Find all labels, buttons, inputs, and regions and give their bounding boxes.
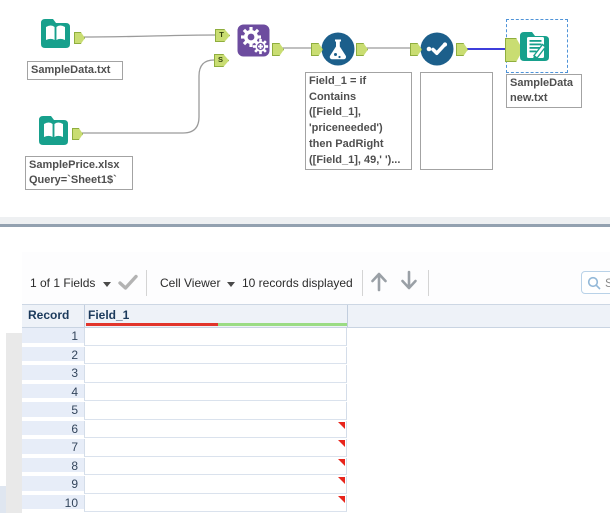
field-value-cell[interactable]: Sam priceneeded 5210.0000 0.4756: [84, 365, 347, 383]
table-row: 2 Tom priceneeded 1000.0000 0.4756: [22, 346, 348, 366]
results-toolbar: 1 of 1 Fields Cell Viewer 10 records dis…: [0, 252, 610, 305]
results-table-body: 1 050820 2 Tom priceneeded 1000.0000 0.4…: [22, 328, 610, 513]
table-row: 1 050820: [22, 328, 348, 347]
workflow-canvas[interactable]: SampleData.txt SamplePrice.xlsx Query=`S…: [0, 0, 610, 217]
record-number-cell[interactable]: 10: [22, 494, 84, 511]
search-input[interactable]: S: [581, 271, 610, 294]
append-fields-tool-icon[interactable]: [237, 24, 270, 57]
table-row: 8 Rebecca pricenotneeded0065.0000: [22, 457, 348, 477]
search-placeholder: S: [605, 275, 610, 290]
output-data-tool-icon[interactable]: [517, 28, 552, 66]
apply-checkmark-icon[interactable]: [117, 272, 139, 292]
output-label: SampleData new.txt: [506, 74, 582, 108]
record-number-cell[interactable]: 1: [22, 328, 84, 345]
select-tool-icon[interactable]: [420, 32, 454, 66]
table-row: 10 Daniel pricenotneeded1523.0000: [22, 494, 348, 513]
results-table-header: Record Field_1: [22, 304, 610, 328]
search-icon: [587, 276, 601, 290]
table-row: 9 Dave pricenotneeded0985.0000: [22, 476, 348, 495]
table-row: 4 James priceneeded 5421.0000 0.4756: [22, 383, 348, 403]
results-title-bar: Results - Output Data (6) - Input: [0, 227, 610, 470]
field-value-cell[interactable]: Julie priceneeded 0010.0000 0.4756: [84, 402, 347, 420]
toolbar-separator: [146, 270, 147, 296]
rail-corner: [0, 486, 6, 513]
cell-flag-triangle: [338, 440, 345, 447]
formula-annotation: Field_1 = if Contains ([Field_1], 'price…: [305, 72, 412, 170]
fields-selector[interactable]: 1 of 1 Fields: [30, 276, 95, 290]
column-header-record[interactable]: Record: [28, 305, 69, 327]
append-anchor-s-label: S: [217, 55, 223, 64]
table-row: 6 Rocky pricenotneeded4200.0000: [22, 420, 348, 440]
record-number-cell[interactable]: 8: [22, 457, 84, 474]
alteryx-designer-window: SampleData.txt SamplePrice.xlsx Query=`S…: [0, 0, 610, 513]
record-number-cell[interactable]: 5: [22, 402, 84, 419]
append-anchor-t-label: T: [219, 30, 224, 39]
record-number-cell[interactable]: 9: [22, 476, 84, 493]
data-quality-bar-red: [86, 323, 218, 326]
table-row: 5 Julie priceneeded 0010.0000 0.4756: [22, 402, 348, 421]
toolbar-separator: [362, 270, 363, 296]
arrow-down-icon[interactable]: [398, 269, 420, 293]
cell-flag-triangle: [338, 421, 345, 429]
formula-tool-icon[interactable]: [321, 32, 355, 66]
field-value-cell[interactable]: 050820: [84, 328, 347, 346]
wire-input1-append[interactable]: [80, 34, 216, 38]
data-quality-bar-green: [218, 323, 347, 326]
cell-viewer-caret-icon[interactable]: [227, 282, 235, 287]
records-displayed-text: 10 records displayed: [242, 276, 353, 290]
table-row: 7 Jane pricenotneeded0450.0000: [22, 439, 348, 458]
input-data-tool2-icon[interactable]: [36, 112, 71, 150]
field-value-cell[interactable]: Rebecca pricenotneeded0065.0000: [84, 457, 347, 475]
cell-flag-triangle: [338, 477, 345, 484]
rail-track: [6, 333, 22, 513]
field-value-cell[interactable]: Rocky pricenotneeded4200.0000: [84, 420, 347, 438]
cell-flag-triangle: [338, 495, 345, 503]
fields-selector-caret-icon[interactable]: [103, 282, 111, 287]
toolbar-separator: [428, 270, 429, 296]
table-row: 3 Sam priceneeded 5210.0000 0.4756: [22, 365, 348, 384]
input1-label: SampleData.txt: [27, 61, 123, 80]
record-number-cell[interactable]: 6: [22, 420, 84, 437]
field-value-cell[interactable]: Tom priceneeded 1000.0000 0.4756: [84, 346, 347, 364]
field-value-cell[interactable]: James priceneeded 5421.0000 0.4756: [84, 383, 347, 401]
cell-flag-triangle: [338, 458, 345, 466]
cell-viewer-button[interactable]: Cell Viewer: [160, 276, 220, 290]
field-value-cell[interactable]: Jane pricenotneeded0450.0000: [84, 439, 347, 457]
field-value-cell[interactable]: Dave pricenotneeded0985.0000: [84, 476, 347, 494]
canvas-panel-gap: [0, 217, 610, 224]
results-table: Record Field_1 1 050820 2 Tom priceneede…: [22, 304, 610, 513]
input-data-tool-icon[interactable]: [38, 15, 73, 53]
record-number-cell[interactable]: 7: [22, 439, 84, 456]
record-number-cell[interactable]: 2: [22, 346, 84, 363]
arrow-up-icon[interactable]: [368, 269, 390, 293]
record-number-cell[interactable]: 3: [22, 365, 84, 382]
field-value-cell[interactable]: Daniel pricenotneeded1523.0000: [84, 494, 347, 512]
input2-label: SamplePrice.xlsx Query=`Sheet1$`: [25, 156, 133, 190]
record-number-cell[interactable]: 4: [22, 383, 84, 400]
select-annotation-empty: [420, 72, 493, 170]
